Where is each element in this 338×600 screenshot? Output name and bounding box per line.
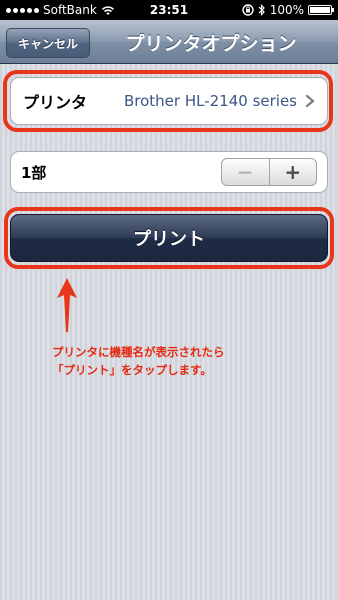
increment-button[interactable]: +: [270, 159, 317, 185]
bluetooth-icon: [258, 4, 265, 16]
decrement-button[interactable]: −: [222, 159, 270, 185]
battery-percent: 100%: [269, 3, 304, 17]
copies-stepper: − +: [221, 158, 317, 186]
copies-label: 1部: [21, 163, 47, 182]
chevron-right-icon: [305, 94, 315, 108]
annotation-line-2: 「プリント」をタップします。: [52, 363, 212, 377]
navigation-bar: キャンセル プリンタオプション: [0, 20, 338, 64]
printer-name-value: Brother HL-2140 series: [123, 92, 297, 110]
annotation-line-1: プリンタに機種名が表示されたら: [52, 345, 225, 359]
copies-row: 1部 − +: [10, 151, 328, 193]
arrow-up-icon: [57, 278, 77, 332]
rotation-lock-icon: [241, 4, 254, 16]
status-bar: SoftBank 23:51 100%: [0, 0, 338, 20]
printer-selector-row[interactable]: プリンタ Brother HL-2140 series: [10, 77, 328, 125]
battery-icon: [308, 5, 334, 15]
cancel-button[interactable]: キャンセル: [6, 28, 90, 58]
battery-fill: [310, 7, 330, 13]
status-right: 100%: [241, 3, 334, 17]
printer-label: プリンタ: [23, 93, 88, 112]
page-title: プリンタオプション: [125, 32, 297, 55]
instruction-annotation: プリンタに機種名が表示されたら 「プリント」をタップします。: [52, 343, 292, 379]
print-button[interactable]: プリント: [10, 214, 328, 262]
